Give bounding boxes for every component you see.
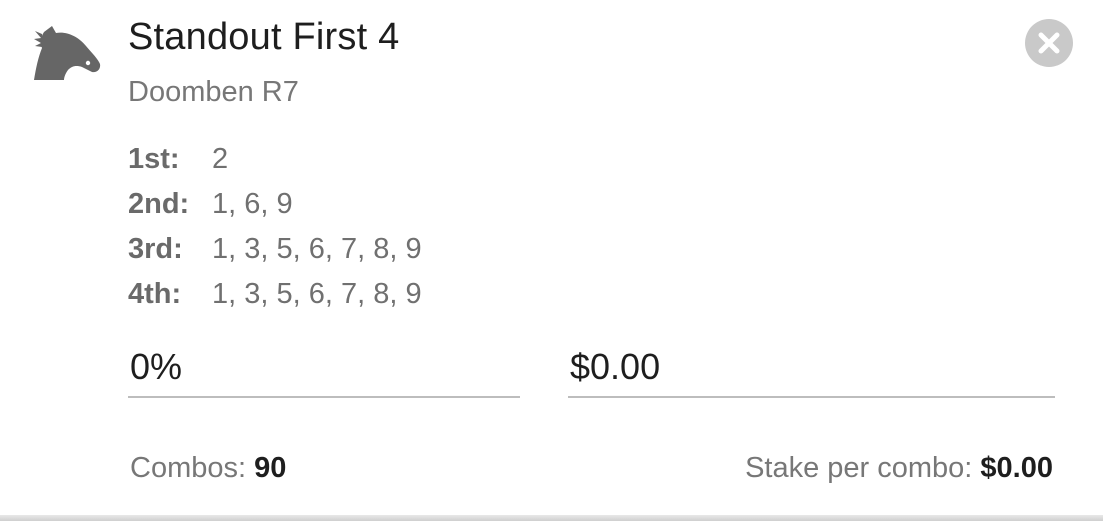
stake-amount-field[interactable]: $0.00 (568, 340, 1055, 398)
selection-row-3rd: 3rd: 1, 3, 5, 6, 7, 8, 9 (128, 227, 422, 272)
race-name: Doomben R7 (128, 76, 299, 108)
bet-title: Standout First 4 (128, 16, 400, 58)
selection-row-4th: 4th: 1, 3, 5, 6, 7, 8, 9 (128, 272, 422, 317)
stake-per-combo-summary: Stake per combo: $0.00 (745, 452, 1053, 485)
selection-value: 1, 6, 9 (212, 188, 293, 220)
close-icon (1038, 32, 1060, 54)
selection-value: 1, 3, 5, 6, 7, 8, 9 (212, 278, 422, 310)
stake-per-combo-label: Stake per combo: (745, 452, 981, 484)
combos-label: Combos: (130, 452, 255, 484)
selection-label: 1st: (128, 143, 180, 175)
selection-label: 4th: (128, 278, 182, 310)
selection-value: 2 (212, 143, 229, 175)
combos-summary: Combos: 90 (130, 452, 286, 485)
selection-row-1st: 1st: 2 (128, 137, 422, 182)
bet-card: Standout First 4 Doomben R7 1st: 2 2nd: … (0, 0, 1103, 521)
selection-value: 1, 3, 5, 6, 7, 8, 9 (212, 233, 422, 265)
close-button[interactable] (1025, 19, 1073, 67)
selection-label: 3rd: (128, 233, 183, 265)
selections-list: 1st: 2 2nd: 1, 6, 9 3rd: 1, 3, 5, 6, 7, … (128, 137, 422, 317)
selection-label: 2nd: (128, 188, 190, 220)
combos-count: 90 (254, 452, 287, 484)
percent-value[interactable]: 0% (130, 346, 182, 388)
card-divider (0, 515, 1103, 521)
stake-per-combo-value: $0.00 (980, 452, 1053, 484)
horse-head-icon (30, 22, 102, 80)
stake-amount-value[interactable]: $0.00 (570, 346, 660, 388)
percent-field[interactable]: 0% (128, 340, 520, 398)
selection-row-2nd: 2nd: 1, 6, 9 (128, 182, 422, 227)
